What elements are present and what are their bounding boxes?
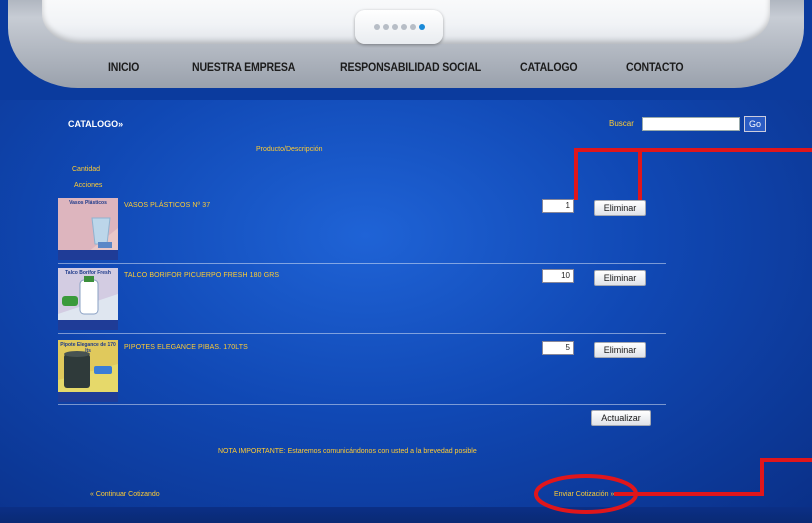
remove-button[interactable]: Eliminar: [594, 200, 646, 216]
quantity-input[interactable]: 5: [542, 341, 574, 355]
slider-dot-active[interactable]: [418, 24, 425, 30]
footer-band: [0, 507, 812, 523]
annotation-callout-line: [574, 148, 812, 200]
annotation-callout-line: [614, 458, 812, 496]
nav-responsabilidad-social[interactable]: RESPONSABILIDAD SOCIAL: [340, 60, 481, 74]
row-divider: [58, 333, 666, 334]
slider-dots: [355, 10, 443, 44]
main-nav: INICIO NUESTRA EMPRESA RESPONSABILIDAD S…: [0, 50, 812, 84]
search-label: Buscar: [609, 119, 634, 128]
nav-inicio[interactable]: INICIO: [108, 60, 139, 74]
product-thumbnail: Pipote Elegance de 170 lts: [58, 340, 118, 402]
actions-header: Acciones: [74, 182, 103, 189]
product-name: PIPOTES ELEGANCE PIBAS. 170LTS: [124, 344, 248, 351]
search-input[interactable]: [642, 117, 740, 131]
cart-row: Vasos Plásticos VASOS PLÁSTICOS Nº 37 1 …: [58, 198, 666, 260]
slider-dot[interactable]: [400, 24, 407, 30]
product-thumbnail: Talco Borifor Fresh: [58, 268, 118, 330]
slider-dot[interactable]: [373, 24, 380, 30]
update-button[interactable]: Actualizar: [591, 410, 651, 426]
product-name: VASOS PLÁSTICOS Nº 37: [124, 202, 211, 209]
nav-catalogo[interactable]: CATALOGO: [520, 60, 578, 74]
slider-dot[interactable]: [391, 24, 398, 30]
cart-row: Talco Borifor Fresh TALCO BORIFOR PICUER…: [58, 268, 666, 330]
quantity-input[interactable]: 10: [542, 269, 574, 283]
nav-nuestra-empresa[interactable]: NUESTRA EMPRESA: [192, 60, 295, 74]
product-thumbnail: Vasos Plásticos: [58, 198, 118, 260]
page-title: CATALOGO»: [68, 119, 124, 129]
row-divider: [58, 404, 666, 405]
important-note: NOTA IMPORTANTE: Estaremos comunicándono…: [218, 448, 477, 455]
cart-row: Pipote Elegance de 170 lts PIPOTES ELEGA…: [58, 340, 666, 402]
remove-button[interactable]: Eliminar: [594, 270, 646, 286]
slider-dot[interactable]: [409, 24, 416, 30]
thumbnail-caption: Talco Borifor Fresh: [65, 270, 111, 276]
continue-quoting-link[interactable]: « Continuar Cotizando: [90, 491, 160, 498]
product-name: TALCO BORIFOR PICUERPO FRESH 180 GRS: [124, 272, 280, 279]
remove-button[interactable]: Eliminar: [594, 342, 646, 358]
send-quote-link[interactable]: Enviar Cotización »: [554, 491, 614, 498]
product-column-header: Producto/Descripción: [256, 146, 323, 153]
quantity-header: Cantidad: [72, 166, 101, 173]
nav-contacto[interactable]: CONTACTO: [626, 60, 684, 74]
header-frame: INICIO NUESTRA EMPRESA RESPONSABILIDAD S…: [0, 0, 812, 100]
thumbnail-caption: Pipote Elegance de 170 lts: [60, 342, 116, 354]
thumbnail-caption: Vasos Plásticos: [69, 200, 107, 206]
row-divider: [58, 263, 666, 264]
slider-dot[interactable]: [382, 24, 389, 30]
quantity-input[interactable]: 1: [542, 199, 574, 213]
go-button[interactable]: Go: [744, 116, 766, 132]
